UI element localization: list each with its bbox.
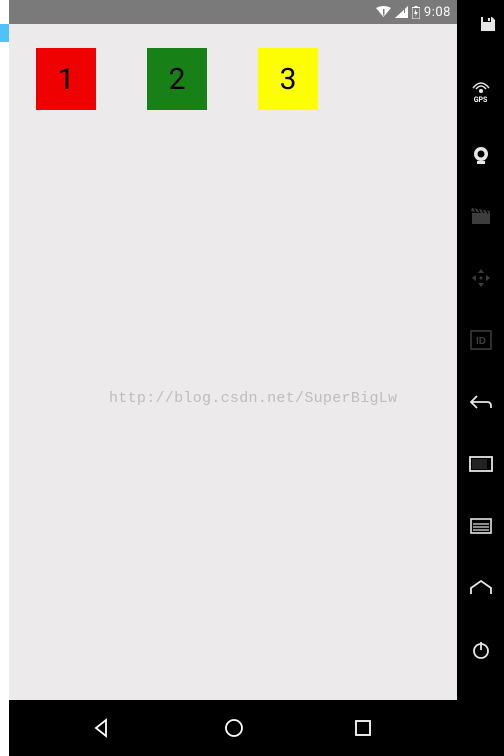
id-icon[interactable]: ID [469,328,493,352]
window-accent [0,24,9,42]
box-2-label: 2 [169,62,186,97]
box-3[interactable]: 3 [258,48,318,110]
box-3-label: 3 [280,62,297,97]
camera-icon[interactable] [469,142,493,166]
gps-button[interactable]: GPS [469,74,493,104]
watermark-text: http://blog.csdn.net/SuperBigLw [109,390,397,407]
back-icon[interactable] [469,390,493,414]
box-1-label: 1 [58,62,75,97]
svg-text:ID: ID [476,336,486,347]
clapper-icon[interactable] [469,204,493,228]
back-button[interactable] [92,716,116,740]
save-icon[interactable] [476,12,500,36]
menu-icon[interactable] [469,514,493,538]
landscape-icon[interactable] [469,452,493,476]
status-bar: 9:08 [9,0,457,24]
navigation-bar [9,700,457,756]
emulator-toolbar: GPS ID [457,0,504,756]
dpad-icon[interactable] [469,266,493,290]
recent-apps-button[interactable] [352,717,374,739]
status-clock: 9:08 [424,5,451,20]
signal-icon [395,6,408,18]
box-2[interactable]: 2 [147,48,207,110]
battery-charging-icon [412,6,420,19]
box-row: 1 2 3 [9,24,457,110]
power-icon[interactable] [469,638,493,662]
app-content: 1 2 3 http://blog.csdn.net/SuperBigLw [9,24,457,700]
home-icon[interactable] [469,576,493,600]
device-screen: 9:08 1 2 3 http://blog.csdn.net/SuperBig… [9,0,457,756]
wifi-icon [376,6,391,18]
home-button[interactable] [222,716,246,740]
window-edge [0,0,9,756]
box-1[interactable]: 1 [36,48,96,110]
